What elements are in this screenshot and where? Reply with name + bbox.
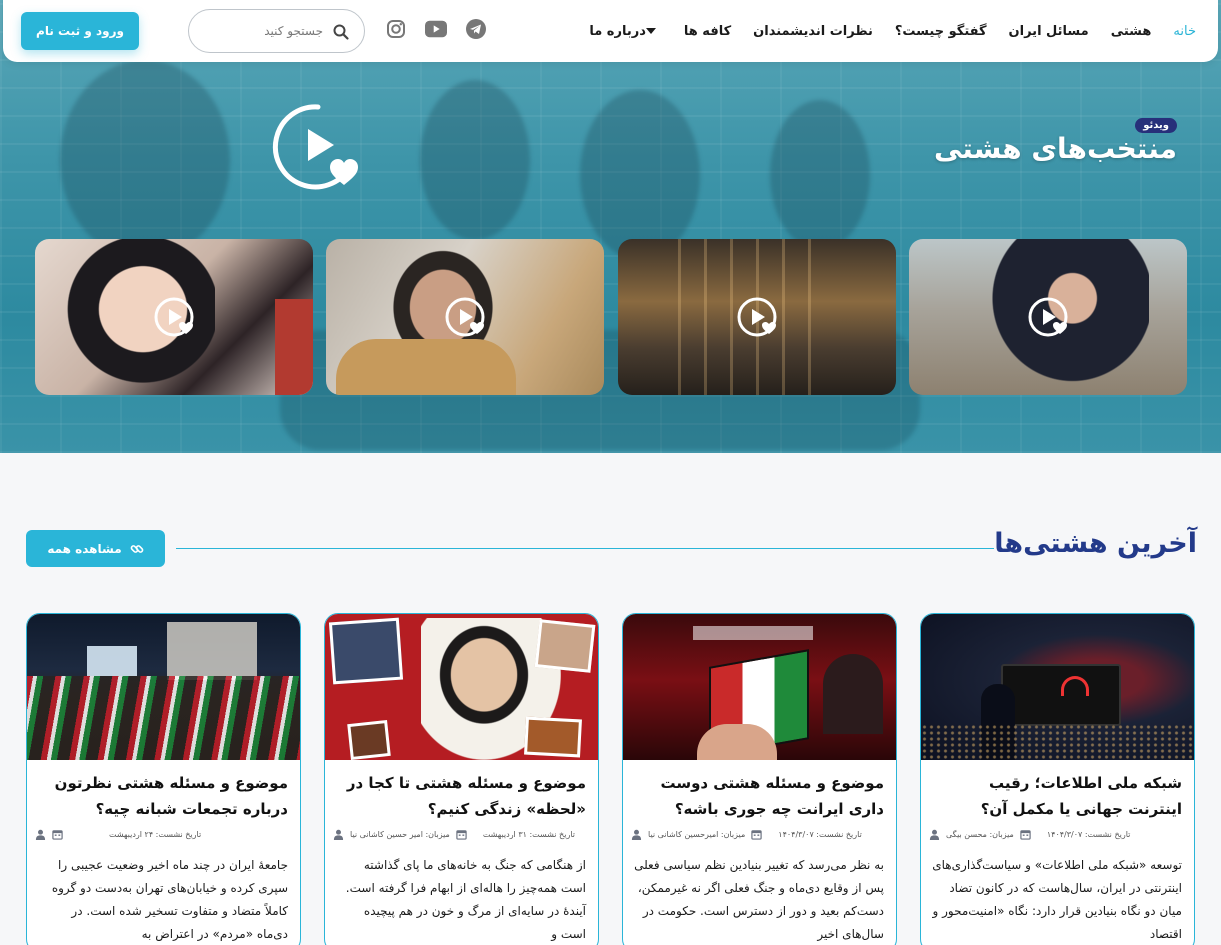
top-navbar: خانه هشتی مسائل ایران گفتگو چیست؟ نظرات … [3,0,1218,62]
nav-item-about-dropdown[interactable]: درباره ما [589,24,662,39]
post-card[interactable]: موضوع و مسئله هشتی دوست داری ایرانت چه ج… [622,613,897,945]
post-excerpt: از هنگامی که جنگ به خانه‌های ما پای گذاش… [345,858,586,941]
instagram-icon[interactable] [385,18,407,40]
video-card[interactable] [909,239,1187,395]
post-date: تاریخ نشست: ۳۱ اردیبهشت [482,829,575,839]
link-icon [130,544,144,553]
post-date: تاریخ نشست: ۲۴ اردیبهشت [109,829,202,839]
view-all-label: مشاهده همه [47,541,122,556]
nav-item-thinkers-views[interactable]: نظرات اندیشمندان [753,24,873,39]
play-icon [737,297,777,337]
post-title: موضوع و مسئله هشتی تا کجا در «لحظه» زندگ… [346,774,586,818]
post-thumbnail [325,614,598,760]
post-card[interactable]: شبکه ملی اطلاعات؛ رقیب اینترنت جهانی یا … [920,613,1195,945]
post-thumbnail [623,614,896,760]
hero-section: ویدئو منتخب‌های هشتی [0,0,1221,453]
hero-bg-figure [420,80,530,240]
social-links [385,18,487,40]
telegram-icon[interactable] [465,18,487,40]
hero-bg-figure [580,90,700,260]
nav-links: خانه هشتی مسائل ایران گفتگو چیست؟ نظرات … [589,0,1196,62]
user-icon [333,829,344,840]
post-host: میزبان: محسن بیگی [946,829,1014,839]
user-icon [35,829,46,840]
nav-item-cafes[interactable]: کافه ها [684,24,731,39]
caret-down-icon [645,28,656,34]
calendar-icon [52,829,63,840]
nav-item-home[interactable]: خانه [1173,24,1196,39]
search-icon[interactable] [332,23,350,41]
post-title: موضوع و مسئله هشتی نظرتون درباره تجمعات … [54,774,288,818]
user-icon [929,829,940,840]
youtube-icon[interactable] [425,18,447,40]
post-thumbnail [921,614,1194,760]
post-date: تاریخ نشست: ۱۴۰۴/۳/۰۷ [1046,829,1131,839]
post-excerpt: به نظر می‌رسد که تغییر بنیادین نظم سیاسی… [634,858,884,941]
calendar-icon [456,829,467,840]
post-meta: میزبان: امیرحسین کاشانی نیا تاریخ نشست: … [631,826,886,842]
video-card[interactable] [618,239,896,395]
play-icon [1028,297,1068,337]
nav-item-what-is-dialogue[interactable]: گفتگو چیست؟ [895,24,987,39]
post-excerpt: توسعه «شبکه ملی اطلاعات» و سیاست‌گذاری‌ه… [932,858,1182,941]
play-icon [154,297,194,337]
user-icon [631,829,642,840]
calendar-icon [751,829,762,840]
post-host: میزبان: امیرحسین کاشانی نیا [648,829,746,839]
post-title: موضوع و مسئله هشتی دوست داری ایرانت چه ج… [660,774,884,818]
login-register-button[interactable]: ورود و ثبت نام [21,12,139,50]
post-title: شبکه ملی اطلاعات؛ رقیب اینترنت جهانی یا … [980,774,1182,818]
hero-bg-figure [60,60,230,260]
post-meta: میزبان: محسن بیگی تاریخ نشست: ۱۴۰۴/۳/۰۷ [929,826,1184,842]
calendar-icon [1020,829,1031,840]
post-meta: تاریخ نشست: ۲۴ اردیبهشت [35,826,290,842]
hero-title: منتخب‌های هشتی [933,132,1177,165]
section-divider [176,548,994,549]
post-thumbnail [27,614,300,760]
video-card[interactable] [326,239,604,395]
hero-bg-figure [770,100,870,250]
nav-item-about-label: درباره ما [589,23,646,39]
video-badge: ویدئو [1135,118,1177,133]
post-host: میزبان: امیر حسین کاشانی نیا [350,829,450,839]
search-box [188,9,365,53]
video-card[interactable] [35,239,313,395]
post-meta: میزبان: امیر حسین کاشانی نیا تاریخ نشست:… [333,826,588,842]
view-all-button[interactable]: مشاهده همه [26,530,165,567]
video-heart-logo-icon [272,104,358,190]
post-card[interactable]: موضوع و مسئله هشتی نظرتون درباره تجمعات … [26,613,301,945]
search-input[interactable] [203,20,323,42]
nav-item-hashti[interactable]: هشتی [1111,24,1152,39]
post-card[interactable]: موضوع و مسئله هشتی تا کجا در «لحظه» زندگ… [324,613,599,945]
nav-item-iran-issues[interactable]: مسائل ایران [1009,24,1089,39]
post-date: تاریخ نشست: ۱۴۰۴/۳/۰۷ [778,829,862,839]
section-title: آخرین هشتی‌ها [994,528,1197,559]
play-icon [445,297,485,337]
post-excerpt: جامعهٔ ایران در چند ماه اخیر وضعیت عجیبی… [51,858,288,941]
